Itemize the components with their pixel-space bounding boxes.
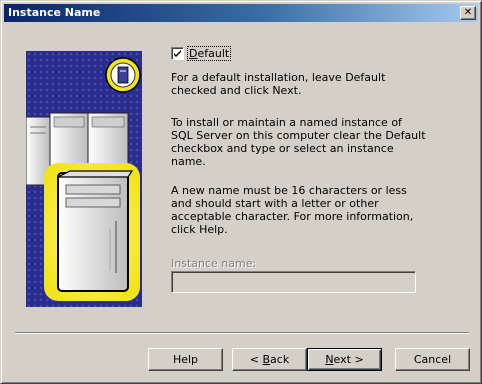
default-checkbox[interactable] (171, 47, 184, 60)
instance-name-input[interactable] (171, 271, 416, 293)
checkmark-icon (174, 50, 181, 57)
server-badge-icon (105, 57, 141, 93)
cancel-button-label: Cancel (413, 353, 452, 366)
default-checkbox-label[interactable]: Default (186, 46, 232, 61)
instance-name-dialog: Instance Name ✕ Default For a default in… (0, 0, 482, 384)
help-button-label: Help (172, 353, 199, 366)
back-button[interactable]: < Back (232, 348, 307, 371)
instance-name-label: Instance name: (171, 257, 257, 270)
close-button[interactable]: ✕ (460, 6, 476, 20)
cancel-button[interactable]: Cancel (395, 348, 470, 371)
button-separator (15, 332, 469, 334)
next-button-label: Next > (325, 353, 364, 366)
close-icon: ✕ (463, 7, 473, 18)
title-bar[interactable]: Instance Name ✕ (4, 4, 478, 22)
help-button[interactable]: Help (148, 348, 223, 371)
name-rules-text: A new name must be 16 characters or less… (171, 184, 414, 236)
main-server-icon (44, 163, 140, 301)
next-button[interactable]: Next > (307, 348, 382, 371)
named-instance-text: To install or maintain a named instance … (171, 116, 426, 168)
default-install-text: For a default installation, leave Defaul… (171, 71, 386, 97)
servers-illustration (26, 51, 142, 307)
window-title: Instance Name (8, 6, 101, 19)
back-button-label: < Back (249, 353, 290, 366)
